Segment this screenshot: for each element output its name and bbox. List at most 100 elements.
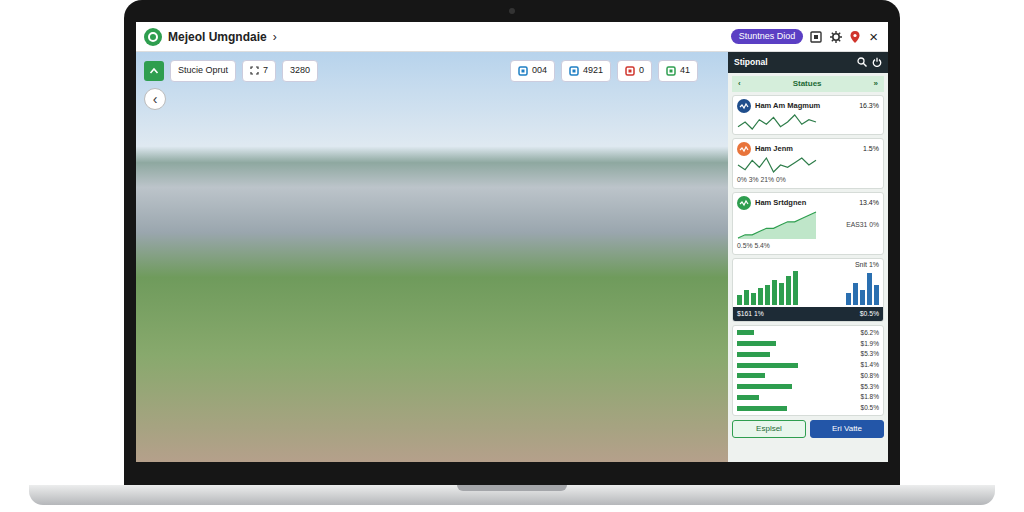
metric-value: 13.4% xyxy=(859,198,879,209)
ranking-row[interactable]: $0.5% xyxy=(737,403,879,413)
layers-button[interactable] xyxy=(144,61,164,81)
stats-panel: Stiponal ‹ Statues » Ham Am Magmum16.3% Ham J… xyxy=(728,52,888,462)
tab-label[interactable]: Statues xyxy=(793,78,822,90)
bar[interactable] xyxy=(846,293,851,305)
bar-chart-footer: $161 1%$0.5% xyxy=(733,307,883,321)
frame-icon xyxy=(250,66,259,75)
bar[interactable] xyxy=(793,271,798,305)
metric-detail: 0% 3% 21% 0% xyxy=(737,176,786,183)
bar[interactable] xyxy=(744,290,749,305)
bar-chart-title: Snit 1% xyxy=(733,259,883,271)
pin-icon xyxy=(849,30,861,44)
close-button[interactable]: × xyxy=(867,29,880,44)
ranking-value: $5.3% xyxy=(851,382,879,392)
panel-button[interactable]: Eri Vatte xyxy=(810,420,884,438)
panel-button[interactable]: Esplsel xyxy=(732,420,806,438)
ranking-fill xyxy=(737,395,759,400)
ranking-fill xyxy=(737,406,787,411)
ranking-track xyxy=(737,395,847,400)
trend-icon xyxy=(739,102,749,110)
bar[interactable] xyxy=(737,295,742,305)
sparkline xyxy=(737,156,817,174)
ranking-fill xyxy=(737,330,754,335)
metric-icon xyxy=(737,142,751,156)
gear-icon xyxy=(829,30,843,44)
bar[interactable] xyxy=(765,285,770,304)
bar[interactable] xyxy=(758,288,763,305)
bar[interactable] xyxy=(867,273,872,305)
ranking-list: $6.2%$1.9%$5.3%$1.4%$0.8%$5.3%$1.8%$0.5% xyxy=(732,325,884,416)
stat-icon xyxy=(518,66,528,76)
stat-box[interactable]: 4921 xyxy=(561,60,611,82)
metric-name: Ham Am Magmum xyxy=(755,100,820,111)
metric-value: 1.5% xyxy=(863,144,879,155)
screen: Mejeol Umgndaie › Stuntnes Diod × Stucie Opr… xyxy=(136,22,888,462)
laptop: Mejeol Umgndaie › Stuntnes Diod × Stucie Opr… xyxy=(0,0,1024,505)
title-caret[interactable]: › xyxy=(273,28,277,46)
bar[interactable] xyxy=(751,293,756,305)
zoom-box[interactable]: 7 xyxy=(242,60,276,82)
bar[interactable] xyxy=(860,290,865,305)
sparkline xyxy=(737,113,817,131)
panel-header: Stiponal xyxy=(728,52,888,73)
metric-detail: 0.5% 5.4% xyxy=(737,242,770,249)
stat-value: 4921 xyxy=(583,64,603,78)
next-button[interactable]: » xyxy=(874,78,878,90)
stat-box[interactable]: 41 xyxy=(658,60,698,82)
ranking-track xyxy=(737,363,847,368)
chevron-up-icon xyxy=(149,66,159,76)
stat-value: 004 xyxy=(532,64,547,78)
ranking-fill xyxy=(737,384,792,389)
metric-header: Ham Jenm1.5% xyxy=(737,142,879,156)
ranking-row[interactable]: $1.9% xyxy=(737,339,879,349)
stat-box[interactable]: 0 xyxy=(617,60,652,82)
stat-value: 41 xyxy=(680,64,690,78)
ranking-row[interactable]: $5.3% xyxy=(737,382,879,392)
metric-card[interactable]: Ham Am Magmum16.3% xyxy=(732,95,884,135)
bar[interactable] xyxy=(779,283,784,305)
ranking-track xyxy=(737,341,847,346)
bar-series xyxy=(846,271,879,305)
ranking-value: $6.2% xyxy=(851,328,879,338)
logo-mark-icon xyxy=(147,31,159,43)
back-button[interactable]: ‹ xyxy=(144,88,166,110)
ranking-row[interactable]: $0.8% xyxy=(737,371,879,381)
bar[interactable] xyxy=(853,283,858,305)
zoom-value: 7 xyxy=(263,64,268,78)
search-icon xyxy=(857,57,867,67)
stat-icon xyxy=(666,66,676,76)
logo-icon[interactable] xyxy=(144,28,162,46)
metric-card[interactable]: Ham Srtdgnen 13.4% EAS31 0% 0.5% 5.4% xyxy=(732,192,884,255)
status-badge[interactable]: Stuntnes Diod xyxy=(731,29,804,45)
map-toolbar: Stucie Oprut 7 3280 xyxy=(144,60,318,82)
ranking-track xyxy=(737,384,847,389)
ranking-row[interactable]: $5.3% xyxy=(737,349,879,359)
count-box: 3280 xyxy=(282,60,318,82)
ranking-row[interactable]: $1.8% xyxy=(737,392,879,402)
ranking-row[interactable]: $1.4% xyxy=(737,360,879,370)
metric-card[interactable]: Ham Jenm1.5% 0% 3% 21% 0% xyxy=(732,138,884,189)
panel-tabs: ‹ Statues » xyxy=(732,76,884,92)
stat-value: 0 xyxy=(639,64,644,78)
ranking-track xyxy=(737,373,847,378)
bar[interactable] xyxy=(874,285,879,304)
ranking-row[interactable]: $6.2% xyxy=(737,328,879,338)
app-title: Mejeol Umgndaie xyxy=(168,28,267,46)
stat-box[interactable]: 004 xyxy=(510,60,555,82)
metric-body xyxy=(737,113,879,131)
bar[interactable] xyxy=(772,280,777,304)
metric-header: Ham Am Magmum16.3% xyxy=(737,99,879,113)
ranking-value: $1.8% xyxy=(851,392,879,402)
city-view[interactable]: Stucie Oprut 7 3280 ‹ 004 4921 0 41 xyxy=(136,52,728,462)
footer-value: $0.5% xyxy=(860,309,879,319)
metric-header: Ham Srtdgnen 13.4% xyxy=(737,196,879,210)
prev-button[interactable]: ‹ xyxy=(738,78,741,90)
ranking-value: $0.8% xyxy=(851,371,879,381)
metric-note: EAS31 0% xyxy=(846,220,879,230)
metric-icon xyxy=(737,99,751,113)
mode-selector[interactable]: Stucie Oprut xyxy=(170,60,236,82)
ranking-value: $1.4% xyxy=(851,360,879,370)
metric-name: Ham Srtdgnen xyxy=(755,197,806,208)
trend-icon xyxy=(739,145,749,153)
bar[interactable] xyxy=(786,276,791,305)
